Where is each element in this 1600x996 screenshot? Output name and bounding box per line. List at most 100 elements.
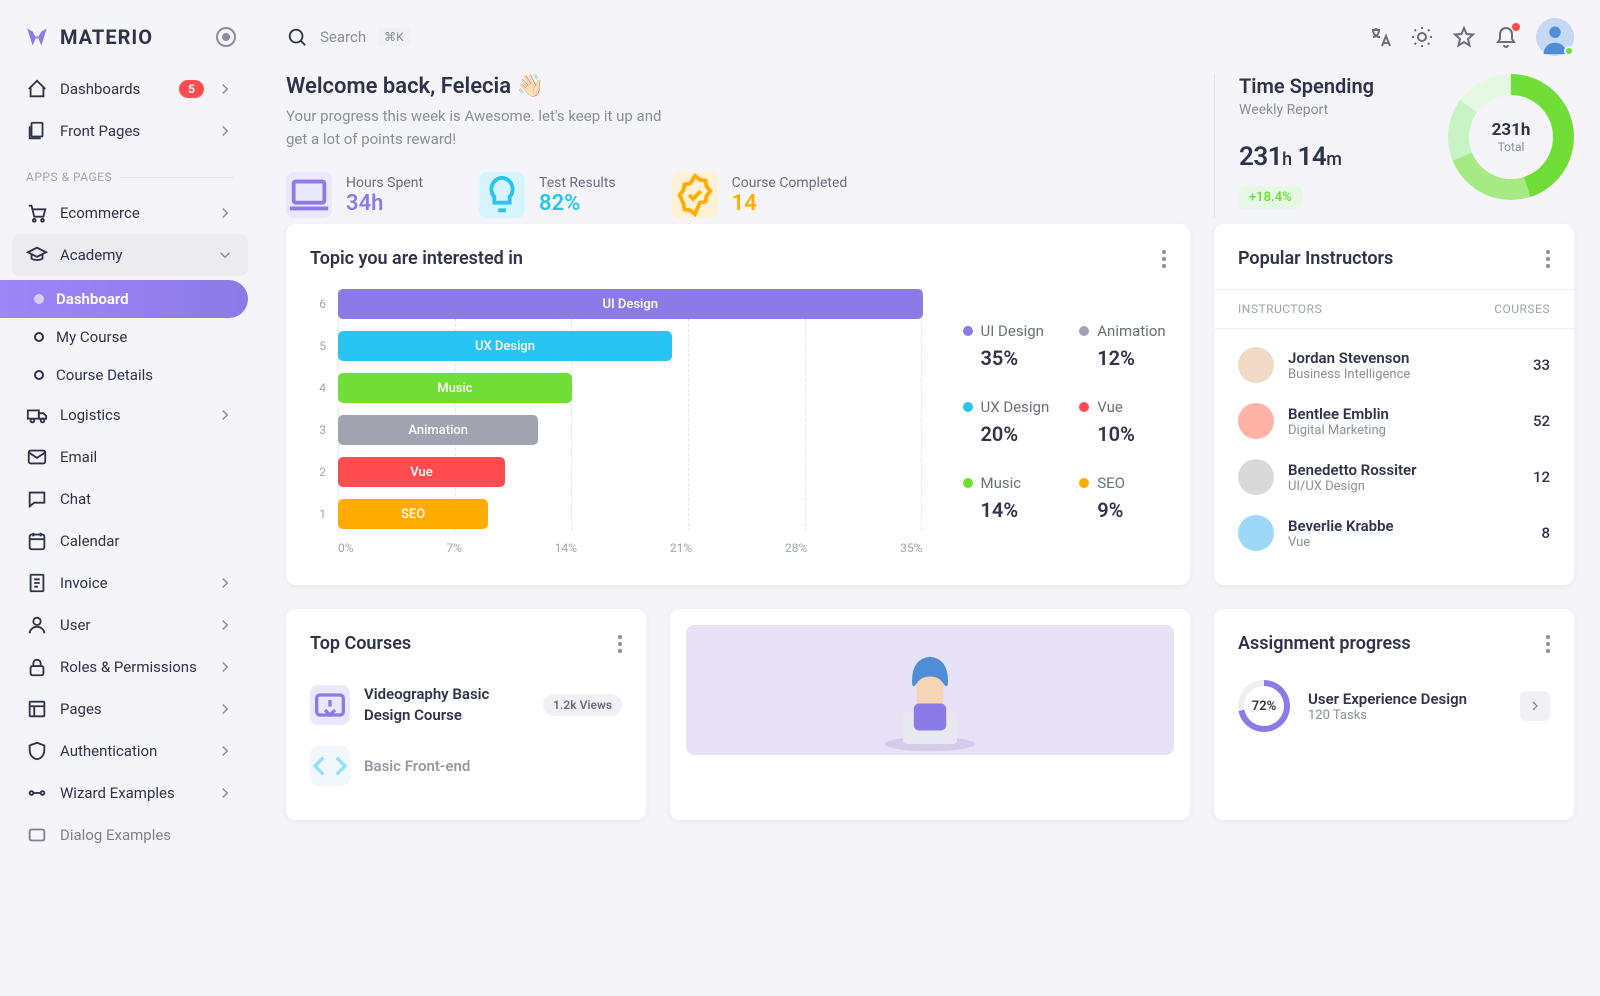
nav-label: My Course (56, 328, 234, 346)
nav-dialog[interactable]: Dialog Examples (12, 814, 248, 856)
instructors-menu-icon[interactable] (1546, 250, 1550, 268)
nav-auth[interactable]: Authentication (12, 730, 248, 772)
chevron-right-icon (216, 700, 234, 718)
layout-icon (26, 698, 48, 720)
search-placeholder: Search (320, 28, 366, 46)
nav-academy-sub: Dashboard My Course Course Details (12, 280, 248, 394)
nav-label: Roles & Permissions (60, 658, 204, 676)
truck-icon (26, 404, 48, 426)
bulb-icon (479, 172, 525, 218)
top-courses-title: Top Courses (310, 633, 411, 654)
nav-academy-details[interactable]: Course Details (12, 356, 248, 394)
instructor-row[interactable]: Beverlie KrabbeVue8 (1238, 505, 1550, 561)
top-courses-menu-icon[interactable] (618, 635, 622, 653)
nav-academy-dashboard[interactable]: Dashboard (0, 280, 248, 318)
star-icon[interactable] (1452, 25, 1476, 49)
nav-front-pages[interactable]: Front Pages (12, 110, 248, 152)
brand-logo-icon (24, 24, 50, 50)
avatar-icon (1238, 459, 1274, 495)
shield-icon (26, 740, 48, 762)
nav-email[interactable]: Email (12, 436, 248, 478)
welcome-card: Welcome back, Felecia 👋🏻 Your progress t… (286, 74, 1190, 218)
video-icon (310, 685, 350, 725)
nav-invoice[interactable]: Invoice (12, 562, 248, 604)
top-courses-card: Top Courses Videography Basic Design Cou… (286, 609, 646, 820)
laptop-icon (286, 172, 332, 218)
nav-label: Pages (60, 700, 204, 718)
nav-label: Authentication (60, 742, 204, 760)
chevron-right-icon (216, 122, 234, 140)
nav-label: Calendar (60, 532, 234, 550)
donut-value: 231h (1492, 120, 1531, 140)
nav-academy[interactable]: Academy (12, 234, 248, 276)
nav-wizard[interactable]: Wizard Examples (12, 772, 248, 814)
instructors-table-header: INSTRUCTORSCOURSES (1214, 289, 1574, 329)
language-icon[interactable] (1368, 25, 1392, 49)
nav-dashboards[interactable]: Dashboards 5 (12, 68, 248, 110)
nav-calendar[interactable]: Calendar (12, 520, 248, 562)
nav-label: Dashboard (56, 290, 234, 308)
bullet-icon (34, 294, 44, 304)
chevron-right-icon (216, 658, 234, 676)
notifications-icon[interactable] (1494, 25, 1518, 49)
course-views: 1.2k Views (543, 694, 622, 716)
nav-pages[interactable]: Pages (12, 688, 248, 730)
brand-name: MATERIO (60, 25, 153, 49)
dialog-icon (26, 824, 48, 846)
files-icon (26, 120, 48, 142)
nav-ecommerce[interactable]: Ecommerce (12, 192, 248, 234)
check-badge-icon (672, 172, 718, 218)
assignment-item[interactable]: 72% User Experience Design 120 Tasks (1238, 674, 1550, 738)
welcome-title: Welcome back, Felecia 👋🏻 (286, 74, 1190, 99)
assignment-name: User Experience Design (1308, 690, 1467, 708)
user-icon (26, 614, 48, 636)
nav-chat[interactable]: Chat (12, 478, 248, 520)
theme-icon[interactable] (1410, 25, 1434, 49)
bullet-icon (34, 332, 44, 342)
nav-logistics[interactable]: Logistics (12, 394, 248, 436)
time-badge: +18.4% (1239, 186, 1302, 209)
user-avatar[interactable] (1536, 18, 1574, 56)
legend-item: Vue10% (1079, 398, 1166, 446)
brand[interactable]: MATERIO (12, 16, 248, 68)
avatar-icon (1238, 515, 1274, 551)
nav-label: Invoice (60, 574, 204, 592)
instructor-row[interactable]: Jordan StevensonBusiness Intelligence33 (1238, 337, 1550, 393)
course-item[interactable]: Videography Basic Design Course 1.2k Vie… (310, 674, 622, 736)
avatar-icon (1238, 403, 1274, 439)
nav-label: Dashboards (60, 80, 167, 98)
chevron-right-icon (216, 406, 234, 424)
bar-row: 4Music (310, 373, 923, 403)
time-title: Time Spending (1239, 74, 1374, 98)
assignment-card: Assignment progress 72% User Experience … (1214, 609, 1574, 820)
nav-roles[interactable]: Roles & Permissions (12, 646, 248, 688)
nav-academy-mycourse[interactable]: My Course (12, 318, 248, 356)
nav-label: Ecommerce (60, 204, 204, 222)
search-icon (286, 26, 308, 48)
topbar: Search ⌘K (286, 0, 1574, 74)
nav-label: Logistics (60, 406, 204, 424)
instructor-row[interactable]: Benedetto RossiterUI/UX Design12 (1238, 449, 1550, 505)
time-value: 231h 14m (1239, 142, 1374, 172)
search-trigger[interactable]: Search ⌘K (286, 26, 1354, 48)
instructor-row[interactable]: Bentlee EmblinDigital Marketing52 (1238, 393, 1550, 449)
promo-card (670, 609, 1190, 820)
academy-icon (26, 244, 48, 266)
donut-label: Total (1498, 140, 1525, 154)
nav-user[interactable]: User (12, 604, 248, 646)
nav-label: Dialog Examples (60, 826, 234, 844)
stat-hours: Hours Spent34h (286, 172, 423, 218)
chevron-right-icon (216, 204, 234, 222)
stat-label: Test Results (539, 175, 616, 191)
assignment-menu-icon[interactable] (1546, 635, 1550, 653)
nav-label: Front Pages (60, 122, 204, 140)
topics-menu-icon[interactable] (1162, 250, 1166, 268)
instructors-card: Popular Instructors INSTRUCTORSCOURSES J… (1214, 224, 1574, 585)
sidebar: MATERIO Dashboards 5 Front Pages APPS & … (0, 0, 260, 996)
sidebar-toggle[interactable] (216, 27, 236, 47)
course-item[interactable]: Basic Front-end (310, 736, 622, 796)
home-icon (26, 78, 48, 100)
legend-item: UX Design20% (963, 398, 1050, 446)
stat-value: 14 (732, 191, 848, 216)
chevron-right-icon[interactable] (1520, 691, 1550, 721)
